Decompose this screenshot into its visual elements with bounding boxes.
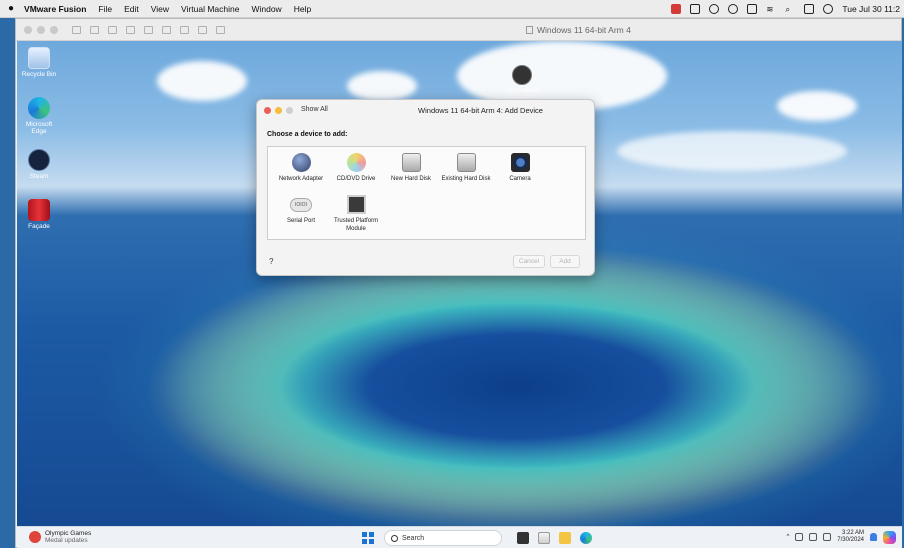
device-new-hard-disk[interactable]: New Hard Disk [381, 153, 441, 184]
back-icon[interactable] [216, 25, 225, 34]
menu-file[interactable]: File [98, 4, 112, 14]
status-tool-icon[interactable] [690, 4, 701, 14]
devices-icon[interactable] [180, 25, 189, 34]
cd-dvd-icon [346, 153, 366, 172]
facade-icon [28, 199, 50, 221]
windows-taskbar: Olympic Games Medal updates Search ^ 3:2… [17, 526, 902, 548]
apple-menu-icon[interactable]: ● [8, 3, 14, 14]
device-serial-port[interactable]: IOIOI Serial Port [271, 195, 331, 226]
window-controls [24, 25, 58, 34]
device-list: Network Adapter CD/DVD Drive New Hard Di… [267, 146, 586, 240]
camera-lens-icon [512, 65, 532, 85]
steam-icon [28, 149, 50, 171]
search-icon[interactable]: ⌕ [785, 4, 795, 14]
add-device-dialog: Show All Windows 11 64-bit Arm 4: Add De… [256, 99, 595, 276]
desktop-icon-steam[interactable]: Steam [19, 149, 59, 180]
menu-virtual-machine[interactable]: Virtual Machine [181, 4, 239, 14]
dialog-titlebar: Show All Windows 11 64-bit Arm 4: Add De… [257, 100, 594, 122]
minimize-window-button[interactable] [37, 25, 45, 34]
status-box-icon[interactable] [747, 4, 758, 14]
vm-toolbar-buttons [72, 25, 225, 34]
search-icon [391, 534, 398, 542]
status-circle-icon[interactable] [709, 4, 720, 14]
status-sync-icon[interactable] [728, 4, 739, 14]
device-trusted-platform-module[interactable]: Trusted Platform Module [326, 195, 386, 233]
system-tray: ^ 3:22 AM 7/30/2024 [786, 530, 896, 544]
status-app-icon[interactable] [671, 4, 682, 14]
hard-disk-icon [401, 153, 421, 172]
device-existing-hard-disk[interactable]: Existing Hard Disk [436, 153, 496, 184]
menu-window[interactable]: Window [251, 4, 281, 14]
news-subtitle: Medal updates [45, 537, 88, 545]
help-button[interactable]: ? [269, 257, 273, 266]
network-adapter-icon [291, 153, 311, 172]
desktop-icon-facade[interactable]: Façade [19, 199, 59, 230]
menu-help[interactable]: Help [294, 4, 311, 14]
edge-icon [28, 97, 50, 119]
desktop-icon-recycle-bin[interactable]: Recycle Bin [19, 47, 59, 78]
device-camera[interactable]: Camera [490, 153, 550, 184]
menubar-status-area: ≋ ⌕ Tue Jul 30 11:2 [671, 0, 900, 18]
snapshot-icon[interactable] [126, 25, 135, 34]
dialog-title: Windows 11 64-bit Arm 4: Add Device [418, 106, 543, 115]
device-network-adapter[interactable]: Network Adapter [271, 153, 331, 184]
menu-view[interactable]: View [151, 4, 169, 14]
copilot-icon[interactable] [883, 530, 896, 544]
widgets-icon[interactable] [538, 532, 550, 544]
task-view-icon[interactable] [517, 532, 529, 544]
vmware-window: Windows 11 64-bit Arm 4 Recycle Bin Micr… [15, 18, 902, 548]
printer-icon[interactable] [144, 25, 153, 34]
taskbar-clock[interactable]: 3:22 AM 7/30/2024 [837, 530, 864, 544]
sidebar-icon[interactable] [90, 25, 99, 34]
menu-vmware-fusion[interactable]: VMware Fusion [24, 4, 86, 14]
camera-icon [510, 153, 530, 172]
menubar-clock[interactable]: Tue Jul 30 11:2 [842, 4, 900, 14]
tpm-chip-icon [346, 195, 366, 214]
wallpaper-cloud [617, 131, 847, 171]
search-placeholder: Search [402, 534, 425, 542]
device-cd-dvd-drive[interactable]: CD/DVD Drive [326, 153, 386, 184]
chevron-up-icon[interactable]: ^ [786, 534, 789, 540]
vm-window-title: Windows 11 64-bit Arm 4 [526, 19, 631, 41]
vm-title-text: Windows 11 64-bit Arm 4 [537, 25, 631, 35]
learn-about-picture[interactable]: Learn about this picture [502, 65, 542, 100]
close-window-button[interactable] [24, 25, 32, 34]
windows-start-icon[interactable] [362, 532, 374, 544]
taskbar-search[interactable]: Search [384, 530, 502, 546]
camera-toolbar-icon[interactable] [198, 25, 207, 34]
serial-port-icon: IOIOI [290, 198, 312, 212]
add-button[interactable]: Add [550, 255, 580, 268]
wifi-icon[interactable]: ≋ [766, 4, 776, 14]
volume-icon[interactable] [823, 533, 832, 542]
cancel-button[interactable]: Cancel [513, 255, 545, 268]
edge-taskbar-icon[interactable] [580, 532, 592, 544]
desktop-icon-edge[interactable]: Microsoft Edge [19, 97, 59, 135]
display-icon[interactable] [809, 533, 818, 542]
notification-bell-icon[interactable] [870, 533, 877, 542]
network-icon[interactable] [795, 533, 804, 542]
news-widget[interactable]: Olympic Games Medal updates [29, 530, 91, 545]
library-icon[interactable] [72, 25, 81, 34]
lock-icon[interactable] [162, 25, 171, 34]
control-center-icon[interactable] [804, 4, 815, 14]
wallpaper-cloud [777, 91, 857, 121]
hard-disk-icon [456, 153, 476, 172]
wallpaper-cloud [347, 71, 417, 101]
recycle-bin-icon [28, 47, 50, 69]
wallpaper-cloud [157, 61, 247, 101]
vm-toolbar: Windows 11 64-bit Arm 4 [16, 19, 901, 41]
menu-edit[interactable]: Edit [124, 4, 139, 14]
choose-device-label: Choose a device to add: [267, 131, 348, 138]
siri-icon[interactable] [823, 4, 834, 14]
taskbar-apps [517, 532, 592, 544]
zoom-window-button[interactable] [50, 25, 58, 34]
news-icon [29, 531, 41, 544]
mac-menubar: ● VMware Fusion File Edit View Virtual M… [0, 0, 904, 18]
settings-icon[interactable] [108, 25, 117, 34]
file-explorer-icon[interactable] [559, 532, 571, 544]
news-title: Olympic Games [45, 530, 92, 537]
document-icon [526, 26, 533, 34]
